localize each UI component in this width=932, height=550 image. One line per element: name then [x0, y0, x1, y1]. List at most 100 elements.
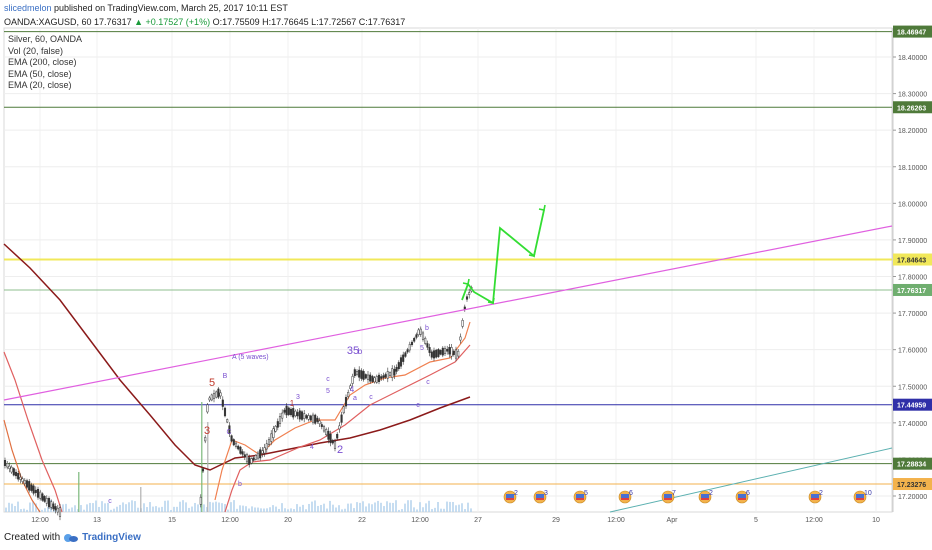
volume-bar	[236, 508, 238, 512]
volume-bar	[197, 504, 199, 512]
price-tick-label: 17.60000	[898, 348, 927, 355]
event-flag-icon	[856, 498, 864, 500]
price-badge-label: 18.46947	[897, 30, 926, 37]
event-flag-icon	[621, 494, 629, 498]
volume-bar	[416, 509, 418, 512]
candle-body	[371, 376, 374, 382]
candle-body	[241, 451, 244, 455]
volume-bar	[188, 507, 190, 512]
volume-bar	[104, 503, 106, 512]
candle-body	[41, 493, 44, 501]
volume-bar	[5, 507, 7, 512]
price-badge-label: 17.23276	[897, 482, 926, 489]
volume-bar	[293, 509, 295, 512]
candle-body	[432, 350, 436, 359]
wave-label: c	[369, 394, 373, 401]
time-tick-label: 15	[168, 517, 176, 524]
candle-body	[316, 417, 319, 422]
volume-bar	[440, 508, 442, 512]
volume-bar	[209, 501, 211, 512]
price-badge-label: 18.26263	[897, 105, 926, 112]
volume-bar	[446, 501, 448, 512]
candle-body	[272, 428, 275, 438]
wave-label: c	[426, 379, 430, 386]
candle-body	[465, 296, 469, 300]
candle-body	[362, 371, 365, 380]
candle-body	[351, 376, 354, 384]
candle-body	[386, 371, 389, 379]
candle-body	[252, 457, 255, 461]
candle-body	[358, 369, 361, 378]
wave-label: b	[238, 481, 242, 488]
event-count: 2	[709, 490, 713, 497]
volume-bar	[14, 506, 16, 512]
event-count: 2	[514, 490, 518, 497]
volume-bar	[245, 506, 247, 512]
volume-bar	[185, 502, 187, 512]
volume-bar	[68, 508, 70, 512]
candle-body	[417, 329, 420, 336]
wave-label: 4	[350, 385, 355, 394]
candle-body	[461, 320, 464, 327]
volume-bar	[368, 503, 370, 512]
projection-path[interactable]	[461, 209, 545, 305]
price-tick-label: 17.50000	[898, 384, 927, 391]
volume-bar	[167, 500, 169, 512]
volume-bar	[356, 502, 358, 512]
volume-bar	[11, 503, 13, 512]
candle-body	[311, 414, 315, 423]
volume-bar	[173, 506, 175, 512]
footer-brand[interactable]: TradingView	[82, 532, 141, 543]
candle-body	[300, 411, 304, 420]
candle-body	[437, 349, 440, 357]
volume-bar	[179, 501, 181, 512]
volume-bar	[23, 508, 25, 512]
trendline-teal[interactable]	[609, 447, 893, 513]
candle-body	[375, 376, 378, 383]
candle-body	[239, 446, 242, 454]
time-tick-label: 22	[358, 517, 366, 524]
volume-bar	[326, 508, 328, 512]
volume-bar	[425, 503, 427, 512]
candle-body	[446, 348, 449, 352]
volume-bar	[257, 507, 259, 512]
time-tick-label: 12:00	[31, 517, 49, 524]
wave-label: 1	[290, 399, 295, 408]
wave-label: b	[358, 347, 363, 356]
price-chart[interactable]: A (5 waves)5B3 Cb134c5235ba4c5bccc 235672…	[0, 0, 932, 550]
candle-body	[314, 414, 317, 424]
event-count: 5	[584, 490, 588, 497]
wave-label: C	[226, 429, 231, 436]
volume-bar	[308, 503, 310, 512]
volume-bar	[65, 503, 67, 512]
wave-label: c	[108, 498, 112, 505]
volume-bar	[152, 506, 154, 512]
volume-bar	[170, 509, 172, 512]
candle-body	[232, 439, 235, 446]
candle-body	[21, 478, 24, 482]
volume-bar	[329, 500, 331, 512]
price-badge-label: 17.44959	[897, 403, 926, 410]
volume-bar	[296, 504, 298, 512]
volume-bar	[242, 505, 244, 512]
candle-body	[439, 350, 442, 355]
candle-body	[399, 357, 403, 367]
volume-bar	[434, 507, 436, 512]
candle-body	[245, 454, 249, 463]
volume-bar	[119, 504, 121, 512]
volume-bar	[461, 503, 463, 512]
volume-bar	[227, 509, 229, 512]
candle-body	[278, 416, 282, 424]
candle-body	[23, 480, 26, 484]
price-tick-label: 17.20000	[898, 494, 927, 501]
candle-body	[415, 334, 418, 338]
time-tick-label: 12:00	[221, 517, 239, 524]
projection-arrow-icon	[538, 204, 546, 211]
volume-bar	[89, 502, 91, 512]
candle-body	[6, 463, 9, 468]
volume-bar	[140, 487, 142, 512]
candle-body	[406, 349, 409, 353]
volume-bar	[125, 504, 127, 512]
event-flag-icon	[811, 498, 819, 500]
candle-body	[274, 426, 277, 432]
